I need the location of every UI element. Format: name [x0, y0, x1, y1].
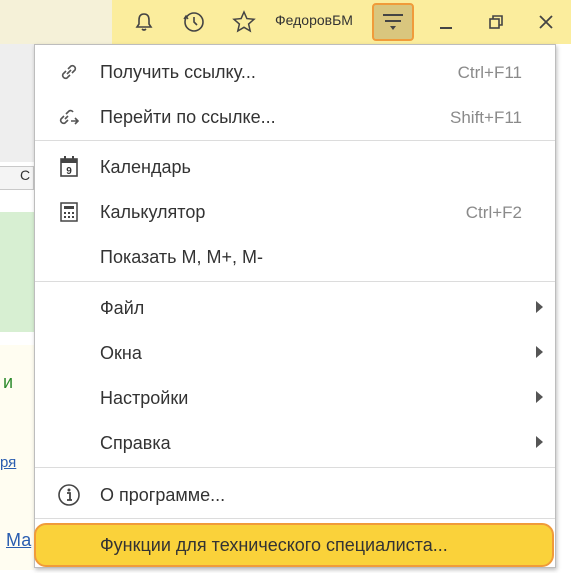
menu-item-label: Файл — [100, 298, 145, 318]
menu-item-label: Калькулятор — [100, 202, 206, 222]
menu-item-shortcut: Ctrl+F2 — [465, 203, 522, 222]
submenu-arrow-icon — [536, 301, 543, 313]
menu-item-about[interactable]: О программе... — [35, 472, 555, 516]
background-text: и — [3, 372, 14, 392]
history-icon[interactable] — [178, 6, 210, 38]
svg-text:9: 9 — [66, 166, 72, 177]
restore-icon[interactable] — [480, 6, 512, 38]
menu-item-label: Календарь — [100, 157, 191, 177]
menu-item-label: О программе... — [100, 485, 226, 505]
title-bar: ФедоровБМ — [0, 0, 571, 44]
goto-link-icon — [57, 105, 81, 129]
close-icon[interactable] — [530, 6, 562, 38]
menu-item-label: Показать M, M+, M- — [100, 247, 264, 267]
menu-item-label: Функции для технического специалиста... — [100, 535, 448, 555]
menu-item-goto-link[interactable]: Перейти по ссылке... Shift+F11 — [35, 94, 555, 138]
minimize-icon[interactable] — [430, 6, 462, 38]
menu-item-file[interactable]: Файл — [35, 285, 555, 329]
menu-item-get-link[interactable]: Получить ссылку... Ctrl+F11 — [35, 49, 555, 93]
menu-separator — [35, 140, 555, 141]
background-link[interactable]: ря — [0, 454, 16, 471]
menu-icon — [383, 14, 403, 30]
menu-item-label: Настройки — [100, 388, 189, 408]
main-menu-button[interactable] — [372, 3, 414, 41]
star-icon[interactable] — [228, 6, 260, 38]
menu-item-tech-specialist[interactable]: Функции для технического специалиста... — [34, 523, 554, 567]
user-name[interactable]: ФедоровБМ — [275, 12, 353, 28]
menu-item-windows[interactable]: Окна — [35, 330, 555, 374]
calendar-icon: 9 — [57, 155, 81, 179]
menu-item-help[interactable]: Справка — [35, 420, 555, 464]
menu-separator — [35, 518, 555, 519]
submenu-arrow-icon — [536, 391, 543, 403]
bell-icon[interactable] — [128, 6, 160, 38]
background-button[interactable]: С — [0, 166, 34, 190]
calculator-icon — [57, 200, 81, 224]
menu-item-settings[interactable]: Настройки — [35, 375, 555, 419]
menu-item-label: Справка — [100, 433, 171, 453]
menu-item-label: Окна — [100, 343, 142, 363]
background-green-panel — [0, 212, 34, 332]
menu-item-shortcut: Shift+F11 — [450, 108, 522, 127]
background-link[interactable]: Ма — [6, 530, 31, 551]
menu-item-label: Перейти по ссылке... — [100, 107, 276, 127]
menu-separator — [35, 281, 555, 282]
background-panel — [0, 44, 34, 162]
link-icon — [57, 60, 81, 84]
submenu-arrow-icon — [536, 346, 543, 358]
menu-separator — [35, 467, 555, 468]
menu-item-show-memory[interactable]: Показать M, M+, M- — [35, 234, 555, 278]
info-icon — [57, 483, 81, 507]
menu-item-calendar[interactable]: 9 Календарь — [35, 144, 555, 188]
main-menu-dropdown: Получить ссылку... Ctrl+F11 Перейти по с… — [34, 44, 556, 568]
title-bar-left-area — [0, 0, 112, 44]
menu-item-shortcut: Ctrl+F11 — [457, 63, 522, 82]
submenu-arrow-icon — [536, 436, 543, 448]
menu-item-label: Получить ссылку... — [100, 62, 256, 82]
menu-item-calculator[interactable]: Калькулятор Ctrl+F2 — [35, 189, 555, 233]
